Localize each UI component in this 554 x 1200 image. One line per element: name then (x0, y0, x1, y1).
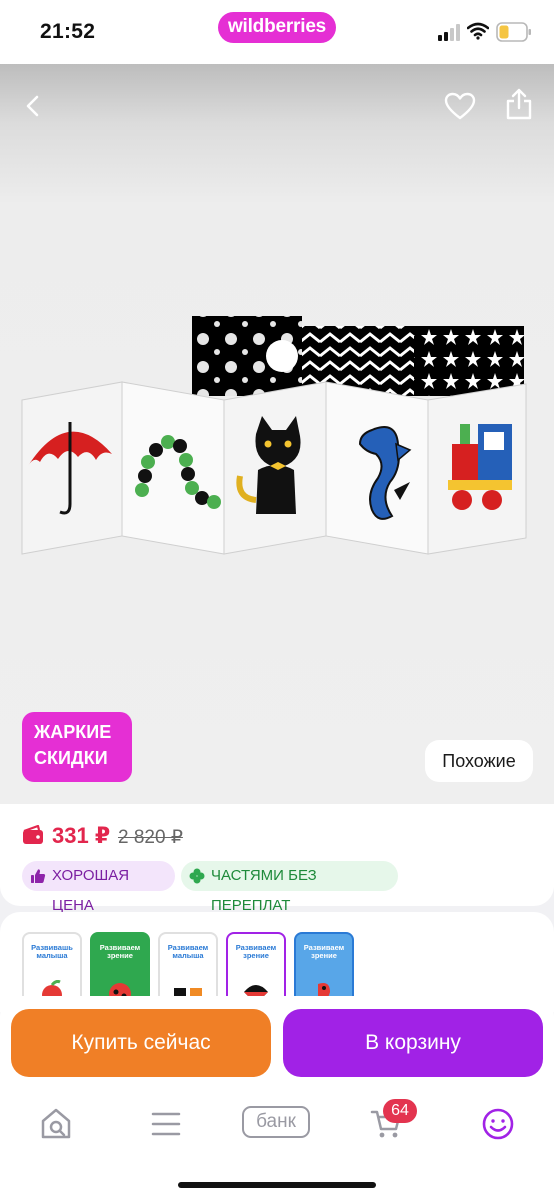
profile-icon (482, 1108, 514, 1140)
product-image[interactable] (0, 304, 554, 564)
home-indicator (178, 1182, 376, 1188)
variant-title: Развивашь малыша (31, 943, 73, 960)
add-to-cart-button[interactable]: В корзину (283, 1009, 543, 1077)
wifi-icon (467, 22, 489, 40)
similar-button[interactable]: Похожие (425, 740, 533, 782)
current-price: 331 ₽ (52, 823, 111, 848)
nav-profile[interactable] (478, 1104, 518, 1144)
installments-tag[interactable]: ЧАСТЯМИ БЕЗ ПЕРЕПЛАТ (181, 861, 398, 914)
good-price-tag[interactable]: ХОРОШАЯ ЦЕНА (22, 861, 175, 914)
battery-icon (496, 22, 531, 42)
share-icon (506, 88, 532, 120)
promo-badge[interactable]: ЖАРКИЕ СКИДКИ (22, 712, 132, 782)
bottom-nav: банк 64 (0, 1096, 554, 1200)
cart-count-badge: 64 (383, 1099, 417, 1123)
catalog-icon (151, 1112, 181, 1136)
home-icon (41, 1108, 71, 1139)
nav-home[interactable] (36, 1104, 76, 1144)
good-price-label: ХОРОШАЯ ЦЕНА (52, 867, 130, 914)
installments-label: ЧАСТЯМИ БЕЗ ПЕРЕПЛАТ (211, 867, 317, 914)
thumbs-up-icon (31, 869, 46, 883)
price-panel: 331 ₽ 2 820 ₽ ХОРОШАЯ ЦЕНА ЧАСТЯМИ БЕЗ П… (0, 804, 554, 914)
variant-title: Развиваем зрение (303, 943, 345, 960)
product-gallery[interactable]: ЖАРКИЕ СКИДКИ Похожие (0, 64, 554, 804)
promo-badge-line2: СКИДКИ (34, 748, 108, 768)
status-time: 21:52 (40, 20, 96, 43)
back-button[interactable] (12, 84, 56, 128)
buy-now-button[interactable]: Купить сейчас (11, 1009, 271, 1077)
action-bar: Купить сейчас В корзину (0, 996, 554, 1096)
wallet-icon (23, 825, 43, 844)
signal-icon (438, 24, 460, 41)
old-price: 2 820 ₽ (118, 827, 183, 848)
back-panels (192, 316, 524, 396)
share-button[interactable] (497, 82, 541, 126)
nav-bank[interactable]: банк (242, 1106, 310, 1138)
clover-icon (189, 868, 205, 884)
heart-icon (444, 92, 476, 120)
variant-title: Развиваем зрение (235, 943, 277, 960)
back-arrow-icon (26, 95, 39, 117)
variant-title: Развиваем зрение (99, 943, 141, 960)
variant-title: Развиваем малыша (167, 943, 209, 960)
brand-logo[interactable]: wildberries (218, 12, 336, 43)
nav-catalog[interactable] (146, 1104, 186, 1144)
promo-badge-line1: ЖАРКИЕ (34, 722, 112, 742)
status-bar: 21:52 wildberries (0, 0, 554, 64)
favorite-button[interactable] (438, 84, 482, 128)
